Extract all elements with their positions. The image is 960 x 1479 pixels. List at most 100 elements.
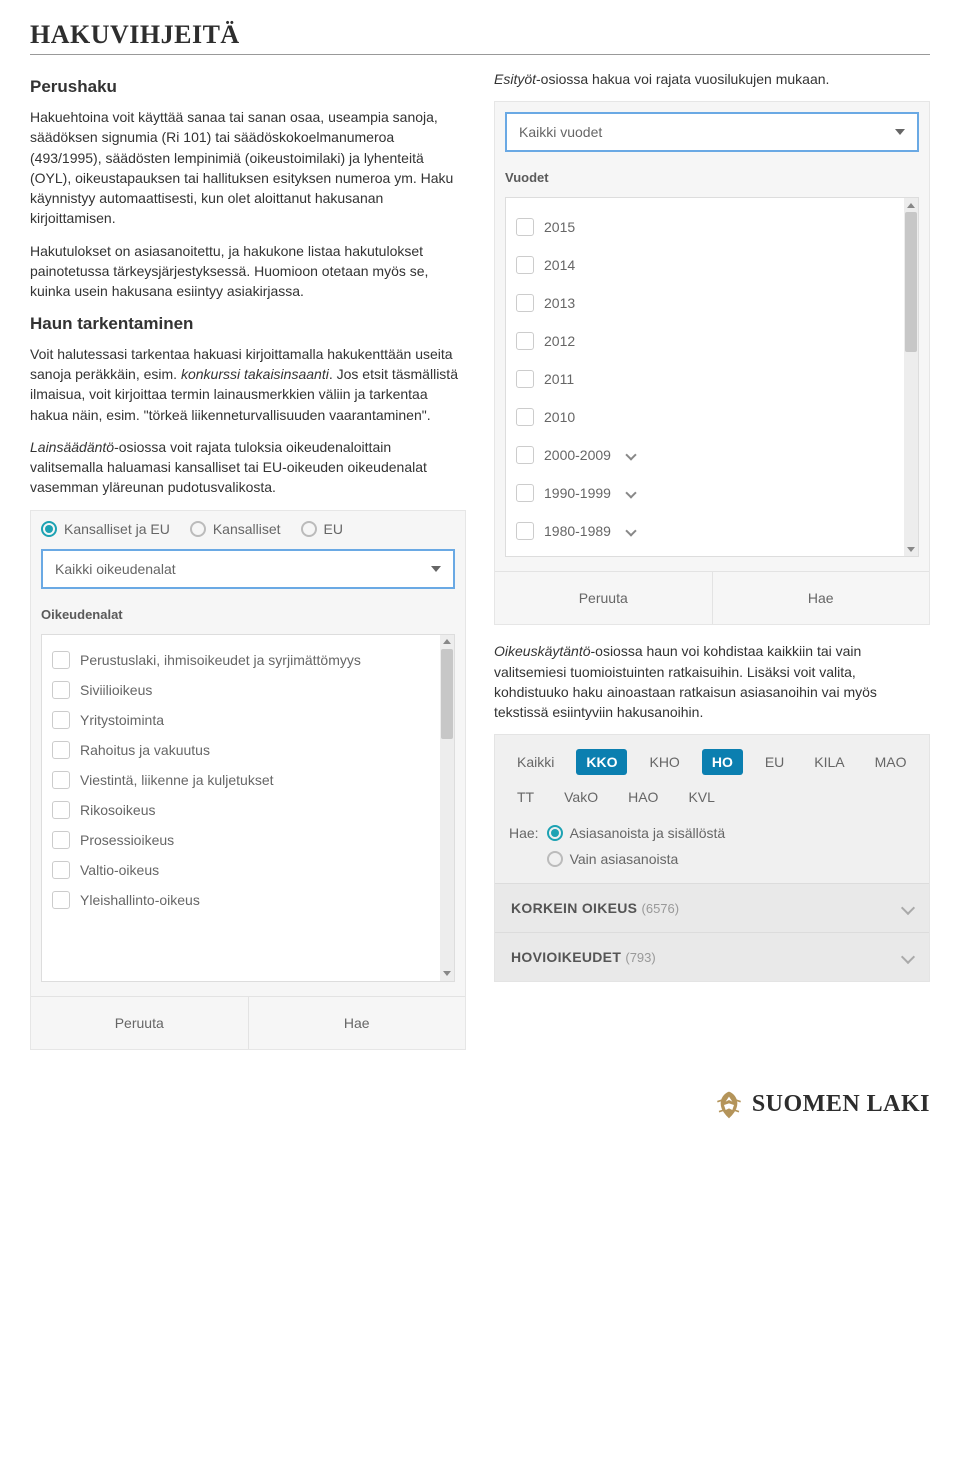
checkbox-icon[interactable] — [52, 741, 70, 759]
hae-radio-option[interactable]: Asiasanoista ja sisällöstä — [547, 825, 726, 841]
checkbox-icon[interactable] — [516, 408, 534, 426]
vuodet-select[interactable]: Kaikki vuodet — [505, 112, 919, 152]
court-tab[interactable]: KVL — [680, 785, 722, 809]
chevron-down-icon — [901, 950, 915, 964]
oikeudenala-item[interactable]: Yritystoiminta — [52, 705, 450, 735]
scope-panel: Kansalliset ja EU Kansalliset EU Kaikki oi… — [30, 510, 466, 1050]
checkbox-icon[interactable] — [516, 294, 534, 312]
year-item[interactable]: 2013 — [516, 284, 914, 322]
year-item[interactable]: 2015 — [516, 208, 914, 246]
oikeudenala-item[interactable]: Prosessioikeus — [52, 825, 450, 855]
year-item[interactable]: 2000-2009 — [516, 436, 914, 474]
checkbox-icon[interactable] — [516, 218, 534, 236]
court-tab[interactable]: HAO — [620, 785, 666, 809]
oikeudenala-label: Yritystoiminta — [80, 712, 164, 728]
court-tab[interactable]: HO — [702, 749, 743, 775]
paragraph: Voit halutessasi tarkentaa hakuasi kirjo… — [30, 344, 466, 425]
chevron-down-icon — [625, 450, 636, 461]
radio-icon[interactable] — [190, 521, 206, 537]
scrollbar[interactable] — [440, 635, 454, 981]
radio-label-text: Asiasanoista ja sisällöstä — [570, 825, 726, 841]
cancel-button[interactable]: Peruuta — [31, 997, 248, 1049]
year-label: 2013 — [544, 295, 575, 311]
oikeudenala-item[interactable]: Valtio-oikeus — [52, 855, 450, 885]
checkbox-icon[interactable] — [52, 861, 70, 879]
vuodet-listbox[interactable]: 2015 2014 2013 201220112010 2000-2009 1990-19… — [505, 197, 919, 557]
court-tab[interactable]: VakO — [556, 785, 606, 809]
panel-label-vuodet: Vuodet — [505, 170, 919, 185]
checkbox-icon[interactable] — [52, 831, 70, 849]
brand-logo: SUOMEN LAKI — [712, 1090, 930, 1120]
scrollbar[interactable] — [904, 198, 918, 556]
court-tab[interactable]: KILA — [806, 750, 852, 774]
checkbox-icon[interactable] — [52, 771, 70, 789]
cancel-button[interactable]: Peruuta — [495, 572, 712, 624]
radio-icon[interactable] — [547, 825, 563, 841]
heading-tarkentaminen: Haun tarkentaminen — [30, 314, 466, 334]
oikeudenala-item[interactable]: Siviilioikeus — [52, 675, 450, 705]
scope-radio-option[interactable]: Kansalliset — [190, 521, 281, 537]
paragraph: Lainsäädäntö-osiossa voit rajata tuloksi… — [30, 437, 466, 498]
scope-radio-option[interactable]: Kansalliset ja EU — [41, 521, 170, 537]
checkbox-icon[interactable] — [52, 891, 70, 909]
year-item[interactable]: 2012 — [516, 322, 914, 360]
checkbox-icon[interactable] — [516, 256, 534, 274]
scope-radio-option[interactable]: EU — [301, 521, 343, 537]
oikeudenala-label: Viestintä, liikenne ja kuljetukset — [80, 772, 274, 788]
oikeudenalat-listbox[interactable]: Perustuslaki, ihmisoikeudet ja syrjimätt… — [41, 634, 455, 982]
footer: SUOMEN LAKI — [30, 1090, 930, 1120]
checkbox-icon[interactable] — [516, 484, 534, 502]
chevron-down-icon — [431, 566, 441, 572]
checkbox-icon[interactable] — [516, 446, 534, 464]
court-tab[interactable]: TT — [509, 785, 542, 809]
year-label: 1980-1989 — [544, 523, 611, 539]
year-panel: Kaikki vuodet Vuodet 2015201420132012201… — [494, 101, 930, 625]
court-tab[interactable]: EU — [757, 750, 792, 774]
oikeudenala-item[interactable]: Yleishallinto-oikeus — [52, 885, 450, 915]
year-item[interactable]: 1990-1999 — [516, 474, 914, 512]
court-accordion-row[interactable]: KORKEIN OIKEUS (6576) — [495, 883, 929, 932]
court-tab[interactable]: Kaikki — [509, 750, 562, 774]
checkbox-icon[interactable] — [52, 801, 70, 819]
select-value: Kaikki vuodet — [519, 124, 602, 140]
oikeudenala-label: Yleishallinto-oikeus — [80, 892, 200, 908]
checkbox-icon[interactable] — [516, 522, 534, 540]
year-item[interactable]: 1980-1989 — [516, 512, 914, 550]
radio-icon[interactable] — [547, 851, 563, 867]
radio-label-text: Vain asiasanoista — [570, 851, 679, 867]
year-label: 2000-2009 — [544, 447, 611, 463]
search-button[interactable]: Hae — [712, 572, 930, 624]
year-item[interactable]: 2011 — [516, 360, 914, 398]
court-tab[interactable]: MAO — [867, 750, 915, 774]
radio-label-text: Kansalliset ja EU — [64, 521, 170, 537]
oikeudenala-item[interactable]: Perustuslaki, ihmisoikeudet ja syrjimätt… — [52, 645, 450, 675]
year-item[interactable]: 2010 — [516, 398, 914, 436]
paragraph: Hakutulokset on asiasanoitettu, ja hakuk… — [30, 241, 466, 302]
hae-radio-option[interactable]: Vain asiasanoista — [547, 851, 726, 867]
court-accordion-row[interactable]: HOVIOIKEUDET (793) — [495, 932, 929, 981]
checkbox-icon[interactable] — [516, 370, 534, 388]
accordion-title: HOVIOIKEUDET — [511, 949, 625, 965]
checkbox-icon[interactable] — [52, 651, 70, 669]
oikeudenala-item[interactable]: Viestintä, liikenne ja kuljetukset — [52, 765, 450, 795]
oikeudenala-label: Prosessioikeus — [80, 832, 174, 848]
checkbox-icon[interactable] — [52, 711, 70, 729]
radio-label-text: EU — [324, 521, 343, 537]
accordion-count: (793) — [625, 950, 655, 965]
year-label: 2015 — [544, 219, 575, 235]
search-button[interactable]: Hae — [248, 997, 466, 1049]
paragraph: Oikeuskäytäntö-osiossa haun voi kohdista… — [494, 641, 930, 722]
checkbox-icon[interactable] — [516, 332, 534, 350]
oikeudenala-item[interactable]: Rahoitus ja vakuutus — [52, 735, 450, 765]
radio-icon[interactable] — [41, 521, 57, 537]
year-item[interactable]: 2014 — [516, 246, 914, 284]
year-label: 1990-1999 — [544, 485, 611, 501]
radio-icon[interactable] — [301, 521, 317, 537]
heading-perushaku: Perushaku — [30, 77, 466, 97]
checkbox-icon[interactable] — [52, 681, 70, 699]
oikeudenalat-select[interactable]: Kaikki oikeudenalat — [41, 549, 455, 589]
lion-emblem-icon — [712, 1090, 746, 1120]
court-tab[interactable]: KKO — [576, 749, 627, 775]
court-tab[interactable]: KHO — [641, 750, 687, 774]
oikeudenala-item[interactable]: Rikosoikeus — [52, 795, 450, 825]
